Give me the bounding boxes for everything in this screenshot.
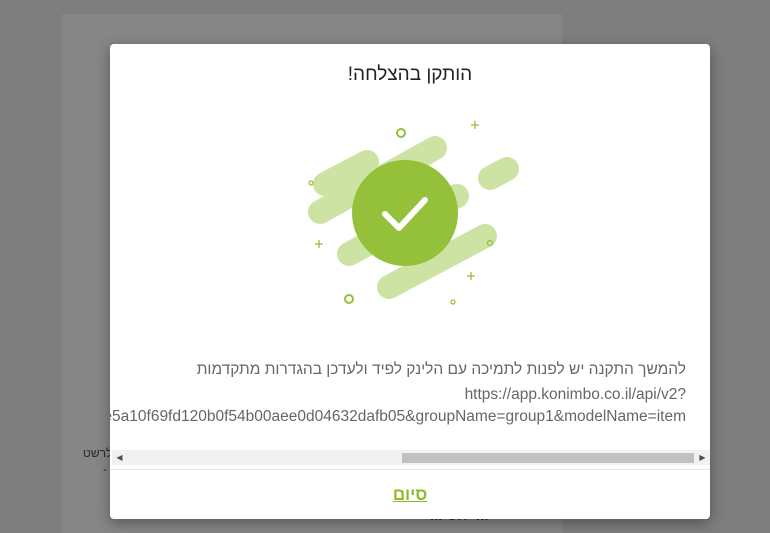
scroll-right-arrow-icon[interactable]: ▶ (695, 450, 710, 465)
success-checkmark-icon (308, 121, 519, 305)
background-text: לרשט (83, 446, 113, 460)
feed-link-text: https://app.konimbo.co.il/api/v2? (464, 386, 686, 403)
success-dialog: הותקן בהצלחה! להמשך התקנה יש לפנות לתמיכ… (110, 44, 710, 519)
horizontal-scrollbar[interactable]: ◀ ▶ (112, 450, 710, 465)
background-text: - (103, 462, 107, 476)
message-text: להמשך התקנה יש לפנות לתמיכה עם הלינק לפי… (196, 361, 686, 378)
scroll-left-arrow-icon[interactable]: ◀ (112, 450, 127, 465)
dialog-title: הותקן בהצלחה! (347, 64, 473, 85)
feed-link-text: token=9d35c6f8b8f2c4e5a10f69fd120b0f54b0… (110, 408, 686, 425)
divider (110, 469, 710, 470)
install-message: להמשך התקנה יש לפנות לתמיכה עם הלינק לפי… (110, 357, 710, 479)
finish-button[interactable]: סיום (393, 485, 427, 504)
scrollbar-thumb[interactable] (402, 453, 694, 463)
